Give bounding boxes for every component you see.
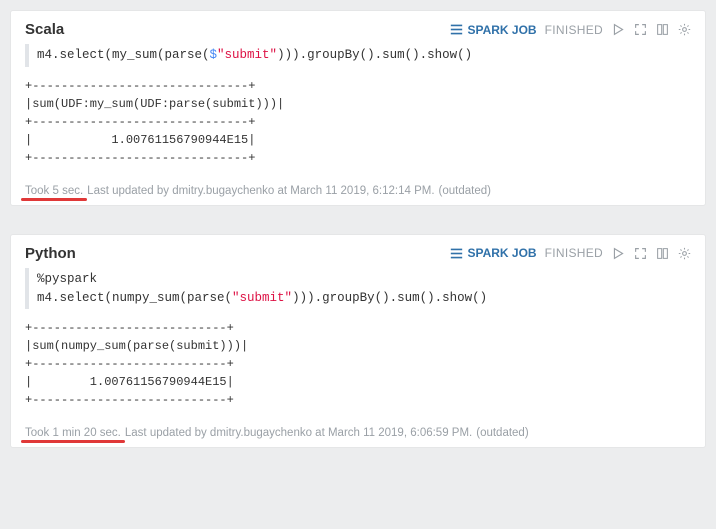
spark-job-link[interactable]: SPARK JOB bbox=[449, 246, 536, 260]
expand-icon[interactable] bbox=[633, 246, 647, 260]
bars-icon bbox=[449, 23, 463, 37]
cell-output: +------------------------------+ |sum(UD… bbox=[25, 77, 691, 167]
book-icon[interactable] bbox=[655, 246, 669, 260]
notebook-cell-scala: Scala SPARK JOB FINISHED m4.select( bbox=[10, 10, 706, 206]
highlight-underline bbox=[21, 440, 125, 443]
spark-job-label: SPARK JOB bbox=[467, 23, 536, 37]
code-string: "submit" bbox=[232, 291, 292, 305]
spark-job-link[interactable]: SPARK JOB bbox=[449, 23, 536, 37]
cell-toolbar: SPARK JOB FINISHED bbox=[449, 23, 691, 37]
run-icon[interactable] bbox=[611, 246, 625, 260]
cell-footer: Took 5 sec. Last updated by dmitry.bugay… bbox=[25, 185, 691, 197]
took-text: Took 5 sec. bbox=[25, 185, 83, 197]
took-text: Took 1 min 20 sec. bbox=[25, 427, 121, 439]
cell-title: Python bbox=[25, 245, 76, 262]
cell-toolbar: SPARK JOB FINISHED bbox=[449, 246, 691, 260]
code-suffix: ))).groupBy().sum().show() bbox=[277, 48, 472, 62]
cell-header: Scala SPARK JOB FINISHED bbox=[25, 21, 691, 38]
cell-status: FINISHED bbox=[545, 246, 603, 260]
code-line1: %pyspark bbox=[37, 272, 97, 286]
code-suffix: ))).groupBy().sum().show() bbox=[292, 291, 487, 305]
code-editor[interactable]: %pyspark m4.select(numpy_sum(parse("subm… bbox=[25, 268, 691, 310]
cell-header: Python SPARK JOB FINISHED bbox=[25, 245, 691, 262]
code-prefix: m4.select(numpy_sum(parse( bbox=[37, 291, 232, 305]
book-icon[interactable] bbox=[655, 23, 669, 37]
code-dollar: $ bbox=[210, 48, 218, 62]
cell-output: +---------------------------+ |sum(numpy… bbox=[25, 319, 691, 409]
notebook-cell-python: Python SPARK JOB FINISHED %pyspark bbox=[10, 234, 706, 449]
gear-icon[interactable] bbox=[677, 23, 691, 37]
cell-title: Scala bbox=[25, 21, 64, 38]
execution-time: Took 5 sec. bbox=[25, 185, 83, 197]
code-editor[interactable]: m4.select(my_sum(parse($"submit"))).grou… bbox=[25, 44, 691, 67]
outdated-label: (outdated) bbox=[439, 185, 491, 197]
spark-job-label: SPARK JOB bbox=[467, 246, 536, 260]
run-icon[interactable] bbox=[611, 23, 625, 37]
code-string: "submit" bbox=[217, 48, 277, 62]
last-updated: Last updated by dmitry.bugaychenko at Ma… bbox=[87, 185, 434, 197]
gear-icon[interactable] bbox=[677, 246, 691, 260]
highlight-underline bbox=[21, 198, 87, 201]
bars-icon bbox=[449, 246, 463, 260]
expand-icon[interactable] bbox=[633, 23, 647, 37]
cell-footer: Took 1 min 20 sec. Last updated by dmitr… bbox=[25, 427, 691, 439]
cell-status: FINISHED bbox=[545, 23, 603, 37]
execution-time: Took 1 min 20 sec. bbox=[25, 427, 121, 439]
last-updated: Last updated by dmitry.bugaychenko at Ma… bbox=[125, 427, 472, 439]
outdated-label: (outdated) bbox=[476, 427, 528, 439]
code-prefix: m4.select(my_sum(parse( bbox=[37, 48, 210, 62]
